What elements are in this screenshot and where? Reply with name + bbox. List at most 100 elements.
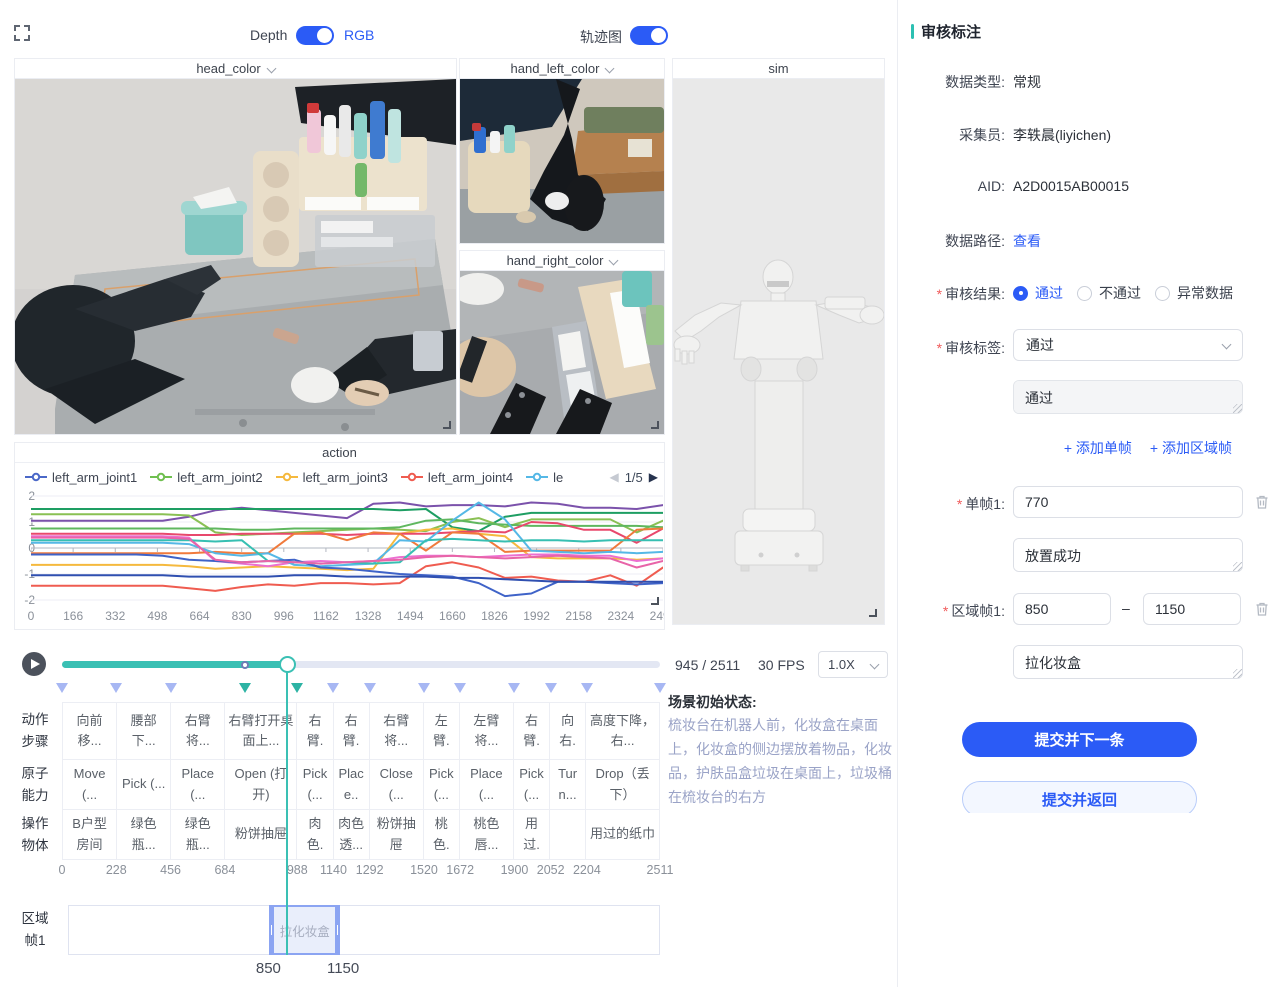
review-panel: 审核标注 数据类型: 常规 采集员: 李轶晨(liyichen) AID: A2… (897, 0, 1280, 813)
object-cell[interactable]: 粉饼抽屉 (370, 810, 424, 859)
radio-option-abnormal[interactable]: 异常数据 (1155, 283, 1233, 303)
object-cell[interactable]: 桃色. (424, 810, 460, 859)
fullscreen-icon[interactable] (14, 25, 30, 41)
keyframe-marker[interactable] (165, 683, 177, 693)
step-cell[interactable]: 高度下降，右... (586, 703, 659, 759)
single-frame-note-textarea[interactable]: 放置成功 (1013, 538, 1243, 572)
object-cell[interactable]: 用过的纸巾 (586, 810, 659, 859)
step-cell[interactable]: 腰部下... (117, 703, 171, 759)
step-cell[interactable]: 右臂将... (370, 703, 424, 759)
step-cell[interactable]: 左臂将... (460, 703, 514, 759)
legend-item[interactable]: left_arm_joint1 (25, 470, 137, 485)
review-result-radio-group: 通过 不通过 异常数据 (1013, 283, 1233, 303)
head-camera-header[interactable]: head_color (15, 59, 456, 79)
keyframe-marker[interactable] (364, 683, 376, 693)
x-axis-tick: 498 (140, 609, 174, 623)
review-tag-note-textarea[interactable]: 通过 (1013, 380, 1243, 414)
object-cell[interactable]: 绿色瓶... (117, 810, 171, 859)
keyframe-marker[interactable] (545, 683, 557, 693)
object-cell[interactable]: 绿色瓶... (171, 810, 225, 859)
timeline-slider-handle[interactable] (279, 656, 296, 673)
step-cell[interactable]: 右臂将... (171, 703, 225, 759)
x-axis-tick: 1494 (393, 609, 427, 623)
atomic-cell[interactable]: Close (... (370, 760, 424, 809)
region-left-drag-handle[interactable] (269, 907, 274, 953)
submit-next-button[interactable]: 提交并下一条 (962, 722, 1197, 757)
trash-icon[interactable] (1254, 494, 1270, 510)
trash-icon[interactable] (1254, 601, 1270, 617)
step-cell[interactable]: 右臂. (334, 703, 370, 759)
atomic-cell[interactable]: Move (... (63, 760, 117, 809)
object-cell[interactable]: 用过. (514, 810, 550, 859)
region-frame-segment[interactable]: 拉化妆盒 (269, 905, 340, 955)
region-frame-track[interactable]: 拉化妆盒 (68, 905, 660, 955)
keyframe-marker[interactable] (327, 683, 339, 693)
object-cell[interactable]: 肉色透... (334, 810, 370, 859)
radio-option-fail[interactable]: 不通过 (1077, 283, 1141, 303)
sim-header: sim (673, 59, 884, 79)
keyframe-marker[interactable] (654, 683, 666, 693)
single-frame-dot-marker[interactable] (241, 661, 249, 669)
trajectory-toggle[interactable] (630, 26, 668, 45)
chart-title: action (15, 443, 664, 463)
playback-speed-select[interactable]: 1.0X (818, 651, 888, 678)
resize-handle-icon[interactable] (443, 421, 451, 429)
keyframe-marker[interactable] (508, 683, 520, 693)
keyframe-marker[interactable] (418, 683, 430, 693)
atomic-cell[interactable]: Place.. (334, 760, 370, 809)
step-cell[interactable]: 向右. (550, 703, 586, 759)
review-tag-select[interactable]: 通过 (1013, 329, 1243, 361)
resize-handle-icon[interactable] (869, 609, 877, 617)
add-region-frame-link[interactable]: + 添加区域帧 (1150, 438, 1232, 458)
data-path-view-link[interactable]: 查看 (1013, 231, 1041, 251)
atomic-cell[interactable]: Turn... (550, 760, 586, 809)
keyframe-marker[interactable] (110, 683, 122, 693)
depth-rgb-toggle[interactable] (296, 26, 334, 45)
step-cell[interactable]: 左臂. (424, 703, 460, 759)
atomic-skill-row: Move (...Pick (...Place (...Open (打开)Pic… (62, 760, 660, 810)
atomic-cell[interactable]: Pick (... (298, 760, 334, 809)
table-axis-tick: 1292 (348, 863, 392, 877)
add-single-frame-link[interactable]: + 添加单帧 (1064, 438, 1132, 458)
step-cell[interactable]: 右臂. (298, 703, 334, 759)
keyframe-marker[interactable] (454, 683, 466, 693)
resize-handle-icon[interactable] (651, 421, 659, 429)
resize-handle-icon[interactable] (651, 597, 659, 605)
object-cell[interactable]: 桃色唇... (460, 810, 514, 859)
keyframe-marker-teal[interactable] (291, 683, 303, 693)
keyframe-marker-teal[interactable] (239, 683, 251, 693)
legend-item[interactable]: left_arm_joint2 (150, 470, 262, 485)
region-right-drag-handle[interactable] (335, 907, 340, 953)
atomic-cell[interactable]: Pick (... (424, 760, 460, 809)
region-start-input[interactable] (1013, 593, 1111, 625)
pager-prev-icon[interactable]: ◀ (609, 470, 618, 484)
legend-item[interactable]: left_arm_joint3 (276, 470, 388, 485)
keyframe-marker[interactable] (56, 683, 68, 693)
object-cell[interactable] (550, 810, 586, 859)
region-frame-note-textarea[interactable]: 拉化妆盒 (1013, 645, 1243, 679)
submit-return-button[interactable]: 提交并返回 (962, 781, 1197, 813)
chevron-down-icon (605, 65, 613, 73)
atomic-cell[interactable]: Place (... (171, 760, 225, 809)
step-cell[interactable]: 向前移... (63, 703, 117, 759)
atomic-cell[interactable]: Drop（丢下） (586, 760, 659, 809)
atomic-cell[interactable]: Pick (... (117, 760, 171, 809)
single-frame-input[interactable] (1013, 486, 1243, 518)
hand-left-camera-title: hand_left_color (511, 61, 600, 76)
atomic-cell[interactable]: Pick (... (514, 760, 550, 809)
play-button[interactable] (22, 652, 46, 676)
region-end-input[interactable] (1143, 593, 1241, 625)
legend-item[interactable]: le (526, 470, 563, 485)
hand-right-camera-header[interactable]: hand_right_color (460, 251, 664, 271)
object-cell[interactable]: 肉色. (298, 810, 334, 859)
hand-left-camera-header[interactable]: hand_left_color (460, 59, 664, 79)
object-cell[interactable]: B户型房间 (63, 810, 117, 859)
table-axis-tick: 456 (149, 863, 193, 877)
atomic-cell[interactable]: Place (... (460, 760, 514, 809)
legend-item[interactable]: left_arm_joint4 (401, 470, 513, 485)
radio-option-pass[interactable]: 通过 (1013, 283, 1063, 303)
keyframe-marker[interactable] (581, 683, 593, 693)
pager-next-icon[interactable]: ▶ (649, 470, 658, 484)
step-cell[interactable]: 右臂. (514, 703, 550, 759)
trajectory-label: 轨迹图 (580, 27, 622, 47)
